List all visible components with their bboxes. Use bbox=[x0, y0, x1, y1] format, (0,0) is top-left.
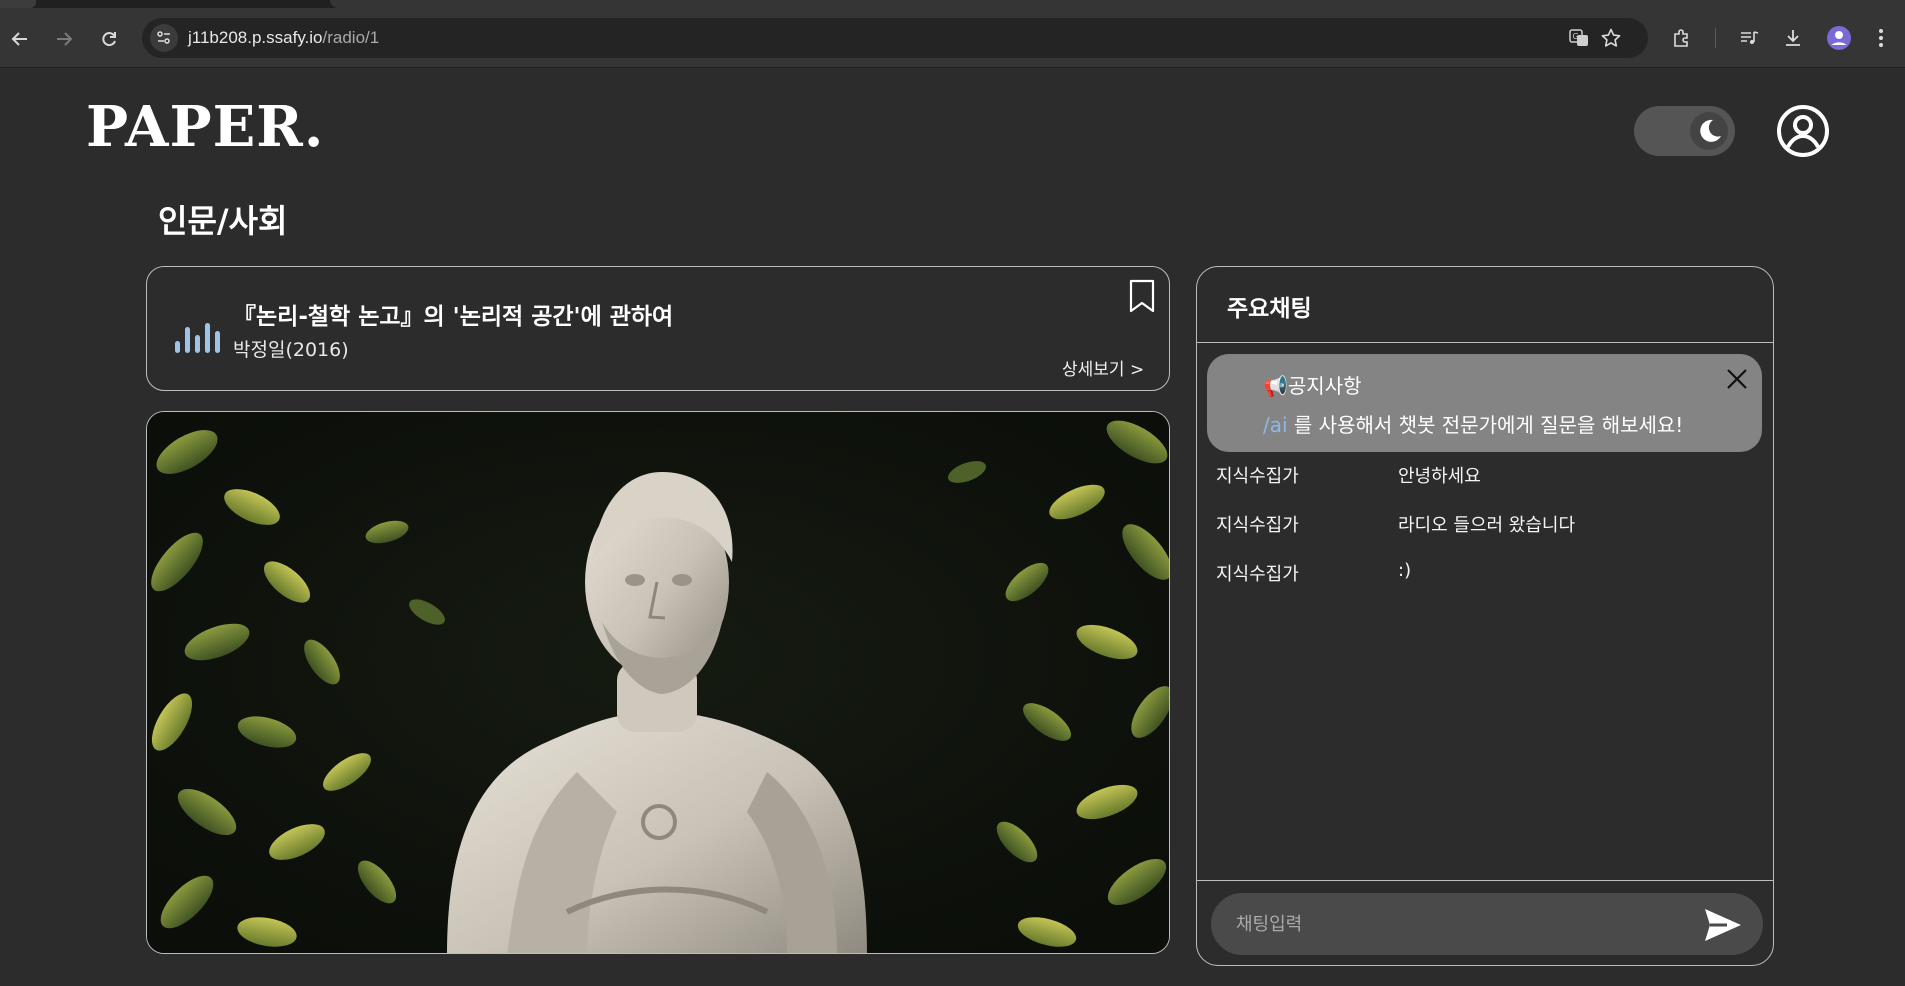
chat-text: :) bbox=[1398, 560, 1412, 581]
chat-panel: 주요채팅 📢공지사항 /ai 를 사용해서 챗봇 전문가에게 질문을 해보세요!… bbox=[1196, 266, 1774, 966]
tab-strip bbox=[0, 0, 1905, 8]
chat-message: 지식수집가 라디오 들으러 왔습니다 bbox=[1216, 511, 1756, 537]
bookmark-icon[interactable] bbox=[1128, 279, 1156, 313]
chat-username: 지식수집가 bbox=[1216, 466, 1299, 487]
chat-header-divider bbox=[1197, 342, 1773, 343]
close-icon[interactable] bbox=[1724, 366, 1750, 392]
puzzle-icon bbox=[1674, 29, 1688, 47]
chat-input-divider bbox=[1197, 880, 1773, 881]
forward-button[interactable] bbox=[49, 24, 79, 54]
more-vertical-icon bbox=[1879, 29, 1883, 47]
user-profile-icon[interactable] bbox=[1776, 104, 1830, 158]
chat-message: 지식수집가 :) bbox=[1216, 560, 1756, 586]
reload-button[interactable] bbox=[94, 24, 124, 54]
toolbar-separator bbox=[1715, 28, 1716, 48]
tab-active-edge bbox=[0, 0, 36, 8]
equalizer-icon bbox=[175, 323, 220, 353]
url-path: /radio/1 bbox=[322, 28, 380, 47]
back-button[interactable] bbox=[5, 24, 35, 54]
bookmark-star-button[interactable] bbox=[1597, 24, 1625, 52]
statue-illustration bbox=[147, 412, 1169, 953]
toggle-knob bbox=[1690, 112, 1728, 150]
browser-menu-button[interactable] bbox=[1867, 24, 1895, 52]
extensions-button[interactable] bbox=[1668, 24, 1696, 52]
category-title: 인문/사회 bbox=[158, 202, 288, 240]
profile-avatar-button[interactable] bbox=[1825, 24, 1853, 52]
notice-text: 를 사용해서 챗봇 전문가에게 질문을 해보세요! bbox=[1287, 413, 1684, 437]
site-logo[interactable]: PAPER. bbox=[86, 94, 324, 160]
tune-icon bbox=[157, 31, 170, 44]
arrow-left-icon bbox=[11, 32, 27, 46]
chat-text: 안녕하세요 bbox=[1398, 466, 1481, 487]
notice-banner: 📢공지사항 /ai 를 사용해서 챗봇 전문가에게 질문을 해보세요! bbox=[1207, 354, 1762, 452]
arrow-right-icon bbox=[57, 32, 73, 46]
chat-username: 지식수집가 bbox=[1216, 564, 1299, 585]
moon-icon bbox=[1700, 119, 1721, 142]
notice-body: /ai 를 사용해서 챗봇 전문가에게 질문을 해보세요! bbox=[1263, 409, 1683, 438]
notice-title: 📢공지사항 bbox=[1263, 374, 1362, 398]
url-text: j11b208.p.ssafy.io/radio/1 bbox=[188, 28, 379, 48]
user-avatar-icon bbox=[1827, 26, 1851, 50]
chat-title: 주요채팅 bbox=[1227, 296, 1312, 322]
tab-strip-edge bbox=[330, 0, 1905, 8]
radio-title: 『논리-철학 논고』의 '논리적 공간'에 관하여 bbox=[233, 304, 674, 330]
send-icon[interactable] bbox=[1703, 907, 1743, 943]
theme-toggle[interactable] bbox=[1634, 106, 1735, 156]
chat-text: 라디오 들으러 왔습니다 bbox=[1398, 515, 1576, 536]
download-icon bbox=[1786, 30, 1800, 46]
media-control-button[interactable] bbox=[1735, 24, 1763, 52]
reload-icon bbox=[102, 32, 116, 47]
ai-command: /ai bbox=[1263, 413, 1288, 437]
radio-cover-image bbox=[146, 411, 1170, 954]
site-info-button[interactable] bbox=[150, 24, 178, 52]
chat-message: 지식수집가 안녕하세요 bbox=[1216, 462, 1756, 488]
star-icon bbox=[1601, 28, 1621, 47]
svg-text:G: G bbox=[1573, 32, 1579, 41]
chat-username: 지식수집가 bbox=[1216, 515, 1299, 536]
translate-button[interactable]: G bbox=[1565, 24, 1593, 52]
radio-author: 박정일(2016) bbox=[233, 339, 349, 361]
address-bar[interactable]: j11b208.p.ssafy.io/radio/1 G bbox=[142, 18, 1648, 58]
browser-toolbar: j11b208.p.ssafy.io/radio/1 G bbox=[0, 0, 1905, 68]
url-host: j11b208.p.ssafy.io bbox=[188, 28, 323, 47]
translate-icon: G bbox=[1569, 29, 1588, 46]
playlist-icon bbox=[1741, 31, 1759, 44]
radio-info-card: 『논리-철학 논고』의 '논리적 공간'에 관하여 박정일(2016) 상세보기… bbox=[146, 266, 1170, 391]
downloads-button[interactable] bbox=[1779, 24, 1807, 52]
chat-input[interactable] bbox=[1211, 893, 1763, 955]
detail-link[interactable]: 상세보기 > bbox=[1062, 355, 1144, 380]
